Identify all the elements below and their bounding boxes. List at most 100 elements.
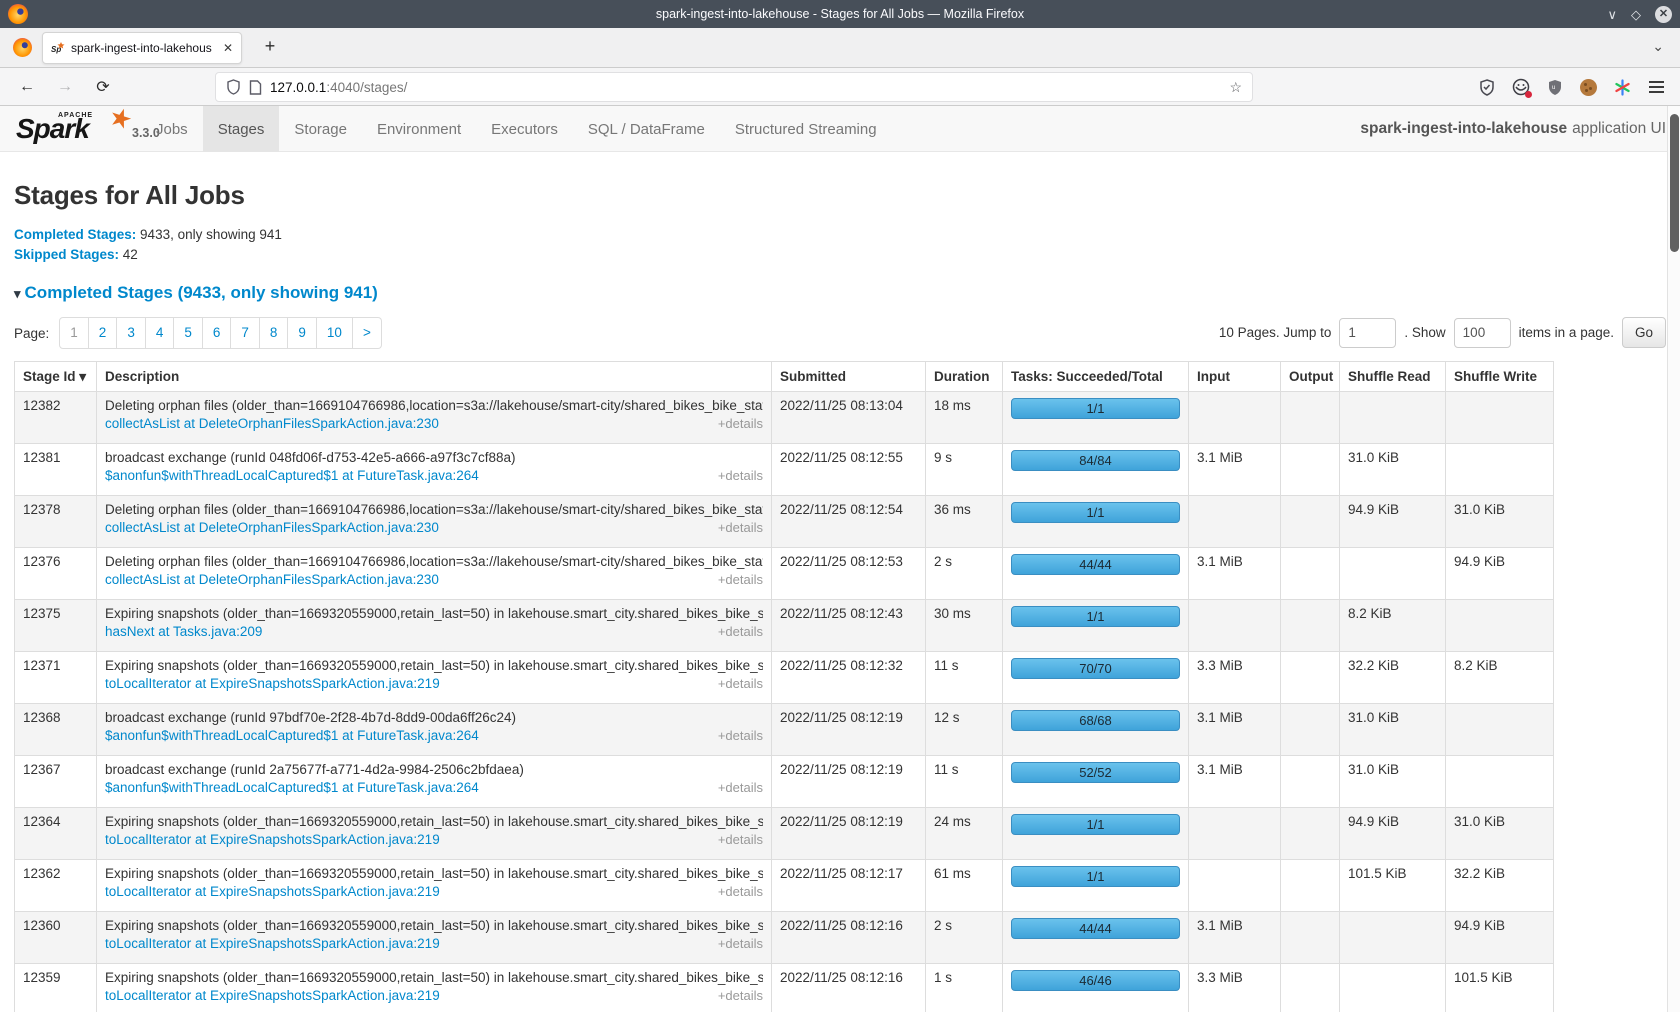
nav-item-jobs[interactable]: Jobs [141, 106, 203, 152]
url-bar[interactable]: 127.0.0.1:4040/stages/ ☆ [215, 72, 1253, 102]
description-cell: Deleting orphan files (older_than=166910… [97, 392, 772, 444]
page-button-3[interactable]: 3 [117, 317, 146, 349]
back-button[interactable]: ← [16, 78, 38, 96]
header-duration[interactable]: Duration [926, 362, 1003, 392]
application-name: spark-ingest-into-lakehouse [1360, 120, 1567, 138]
stage-callsite-link[interactable]: collectAsList at DeleteOrphanFilesSparkA… [105, 572, 439, 587]
page-button-9[interactable]: 9 [288, 317, 317, 349]
maximize-button[interactable]: ◇ [1631, 8, 1641, 21]
nav-item-environment[interactable]: Environment [362, 106, 476, 152]
details-toggle[interactable]: +details [718, 468, 763, 483]
header-submitted[interactable]: Submitted [772, 362, 926, 392]
stage-id-cell: 12364 [15, 808, 97, 860]
stage-description: broadcast exchange (runId 97bdf70e-2f28-… [105, 710, 763, 725]
stage-description: Expiring snapshots (older_than=166932055… [105, 814, 763, 829]
stage-callsite-link[interactable]: hasNext at Tasks.java:209 [105, 624, 262, 639]
stage-id-cell: 12371 [15, 652, 97, 704]
details-toggle[interactable]: +details [718, 936, 763, 951]
stage-callsite-link[interactable]: $anonfun$withThreadLocalCaptured$1 at Fu… [105, 728, 479, 743]
details-toggle[interactable]: +details [718, 520, 763, 535]
page-button-7[interactable]: 7 [231, 317, 260, 349]
shield-permissions-icon[interactable] [226, 79, 241, 95]
page-button->[interactable]: > [353, 317, 382, 349]
stage-callsite-link[interactable]: collectAsList at DeleteOrphanFilesSparkA… [105, 416, 439, 431]
nav-item-stages[interactable]: Stages [203, 106, 280, 152]
details-toggle[interactable]: +details [718, 624, 763, 639]
page-button-1[interactable]: 1 [59, 317, 89, 349]
minimize-button[interactable]: ∨ [1607, 8, 1617, 21]
new-tab-button[interactable]: + [258, 36, 282, 57]
header-description[interactable]: Description [97, 362, 772, 392]
tasks-progress-bar: 1/1 [1011, 398, 1180, 419]
completed-stages-section-header[interactable]: ▾Completed Stages (9433, only showing 94… [14, 283, 1666, 303]
submitted-cell: 2022/11/25 08:12:19 [772, 756, 926, 808]
page-button-2[interactable]: 2 [89, 317, 118, 349]
output-cell [1281, 756, 1340, 808]
shuffle-write-cell: 101.5 KiB [1446, 964, 1554, 1012]
table-row: 12360 Expiring snapshots (older_than=166… [15, 912, 1554, 964]
details-toggle[interactable]: +details [718, 832, 763, 847]
extension-shield-check-icon[interactable] [1477, 78, 1496, 97]
tasks-cell: 52/52 [1003, 756, 1189, 808]
table-row: 12376 Deleting orphan files (older_than=… [15, 548, 1554, 600]
page-button-5[interactable]: 5 [174, 317, 203, 349]
shuffle-write-cell: 94.9 KiB [1446, 912, 1554, 964]
page-button-8[interactable]: 8 [260, 317, 289, 349]
menu-hamburger-icon[interactable] [1647, 78, 1666, 97]
nav-item-storage[interactable]: Storage [279, 106, 362, 152]
spark-logo[interactable]: APACHE Spark ★ [14, 109, 134, 149]
stage-callsite-link[interactable]: $anonfun$withThreadLocalCaptured$1 at Fu… [105, 780, 479, 795]
page-button-10[interactable]: 10 [317, 317, 353, 349]
firefox-view-icon[interactable] [13, 38, 32, 62]
tab-close-icon[interactable]: ✕ [223, 41, 233, 55]
details-toggle[interactable]: +details [718, 416, 763, 431]
header-shuffle-read[interactable]: Shuffle Read [1340, 362, 1446, 392]
header-tasks[interactable]: Tasks: Succeeded/Total [1003, 362, 1189, 392]
details-toggle[interactable]: +details [718, 572, 763, 587]
cookie-icon[interactable] [1579, 78, 1598, 97]
stage-callsite-link[interactable]: toLocalIterator at ExpireSnapshotsSparkA… [105, 832, 440, 847]
skipped-stages-link[interactable]: Skipped Stages: [14, 247, 119, 262]
jump-to-input[interactable] [1339, 318, 1396, 348]
stage-callsite-link[interactable]: toLocalIterator at ExpireSnapshotsSparkA… [105, 936, 440, 951]
show-items-input[interactable] [1454, 318, 1511, 348]
nav-item-structured-streaming[interactable]: Structured Streaming [720, 106, 892, 152]
details-toggle[interactable]: +details [718, 728, 763, 743]
stage-callsite-link[interactable]: toLocalIterator at ExpireSnapshotsSparkA… [105, 884, 440, 899]
go-button[interactable]: Go [1622, 317, 1666, 348]
stage-callsite-link[interactable]: toLocalIterator at ExpireSnapshotsSparkA… [105, 988, 440, 1003]
completed-stages-link[interactable]: Completed Stages: [14, 227, 136, 242]
stage-callsite-link[interactable]: toLocalIterator at ExpireSnapshotsSparkA… [105, 676, 440, 691]
details-toggle[interactable]: +details [718, 884, 763, 899]
bookmark-star-icon[interactable]: ☆ [1229, 79, 1242, 96]
stage-callsite-link[interactable]: $anonfun$withThreadLocalCaptured$1 at Fu… [105, 468, 479, 483]
colorful-asterisk-icon[interactable] [1613, 78, 1632, 97]
stage-callsite-link[interactable]: collectAsList at DeleteOrphanFilesSparkA… [105, 520, 439, 535]
header-output[interactable]: Output [1281, 362, 1340, 392]
page-info-icon[interactable] [249, 80, 262, 95]
details-toggle[interactable]: +details [718, 676, 763, 691]
reload-button[interactable]: ⟳ [92, 77, 114, 97]
nav-item-sql-dataframe[interactable]: SQL / DataFrame [573, 106, 720, 152]
tasks-progress-label: 70/70 [1079, 661, 1112, 676]
list-all-tabs-icon[interactable]: ⌄ [1652, 38, 1664, 55]
details-toggle[interactable]: +details [718, 988, 763, 1003]
browser-tab[interactable]: Sp spark-ingest-into-lakehous ✕ [42, 32, 242, 64]
scrollbar-thumb[interactable] [1670, 114, 1679, 252]
forward-button[interactable]: → [54, 78, 76, 96]
window-title: spark-ingest-into-lakehouse - Stages for… [0, 7, 1680, 21]
close-button[interactable]: ✕ [1655, 6, 1672, 23]
input-cell [1189, 392, 1281, 444]
header-shuffle-write[interactable]: Shuffle Write [1446, 362, 1554, 392]
page-button-4[interactable]: 4 [146, 317, 175, 349]
container-mask-icon[interactable] [1511, 78, 1530, 97]
table-row: 12368 broadcast exchange (runId 97bdf70e… [15, 704, 1554, 756]
page-button-6[interactable]: 6 [203, 317, 232, 349]
ublock-shield-icon[interactable]: u [1545, 78, 1564, 97]
application-ui-label: spark-ingest-into-lakehouse application … [1360, 106, 1666, 152]
details-toggle[interactable]: +details [718, 780, 763, 795]
header-input[interactable]: Input [1189, 362, 1281, 392]
vertical-scrollbar[interactable] [1667, 106, 1680, 1012]
nav-item-executors[interactable]: Executors [476, 106, 573, 152]
header-stage-id[interactable]: Stage Id ▾ [15, 362, 97, 392]
